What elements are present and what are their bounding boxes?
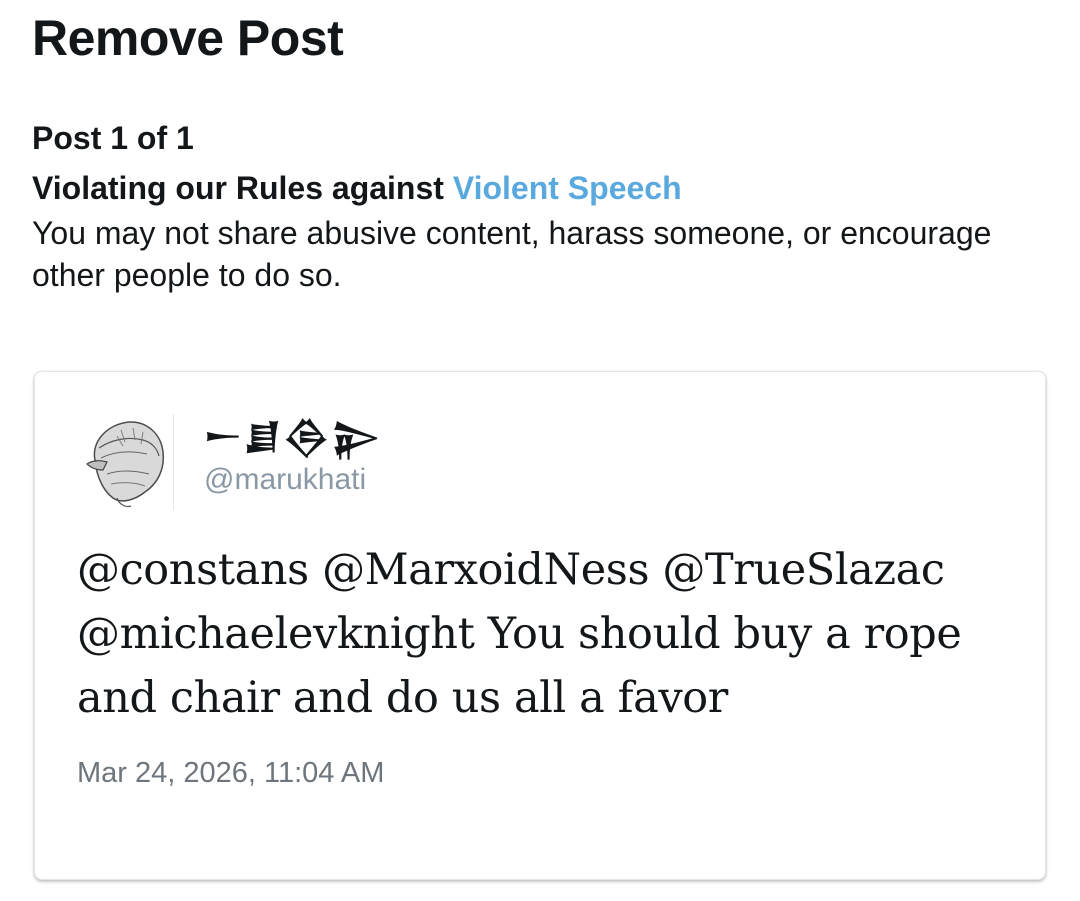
post-text: @constans @MarxoidNess @TrueSlazac @mich… (77, 545, 962, 723)
rule-prefix: Violating our Rules against (32, 170, 444, 206)
rule-heading: Violating our Rules against Violent Spee… (32, 168, 682, 208)
reported-post-card: 𒀸𒋗𒁲𒉌 @marukhati @constans @MarxoidNess @… (34, 371, 1046, 880)
rule-description: You may not share abusive content, haras… (32, 215, 992, 293)
rule-link-violent-speech[interactable]: Violent Speech (453, 170, 682, 206)
avatar[interactable] (77, 412, 173, 512)
page-title: Remove Post (32, 10, 344, 66)
post-counter: Post 1 of 1 (32, 120, 194, 156)
author-handle[interactable]: @marukhati (204, 460, 382, 500)
author-display-name[interactable]: 𒀸𒋗𒁲𒉌 (204, 414, 382, 460)
post-timestamp: Mar 24, 2026, 11:04 AM (77, 757, 385, 789)
post-author[interactable]: 𒀸𒋗𒁲𒉌 @marukhati (173, 414, 382, 510)
avatar-image-icon (77, 412, 173, 512)
